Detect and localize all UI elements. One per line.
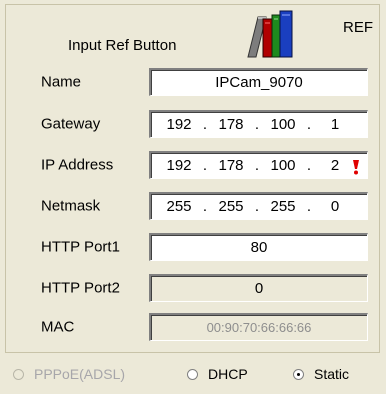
http-port1-input[interactable]: 80 — [149, 233, 368, 261]
radio-circle-icon — [187, 368, 198, 380]
netmask-octet-2[interactable]: 255 — [215, 194, 247, 219]
ip-address-row: IP Address 192. 178. 100. 2 — [6, 148, 379, 182]
mac-label: MAC — [41, 318, 75, 336]
netmask-input[interactable]: 255. 255. 255. 0 — [149, 192, 368, 220]
http-port2-row: HTTP Port2 0 — [6, 271, 379, 305]
gateway-octet-3[interactable]: 100 — [267, 112, 299, 137]
static-radio-label: Static — [314, 366, 350, 382]
http-port1-label: HTTP Port1 — [41, 238, 120, 256]
http-port2-input[interactable]: 0 — [149, 274, 368, 302]
name-row: Name IPCam_9070 — [6, 65, 379, 99]
netmask-label: Netmask — [41, 197, 101, 215]
mac-input: 00:90:70:66:66:66 — [149, 313, 368, 341]
radio-circle-icon — [13, 368, 24, 380]
network-settings-panel: Input Ref Button REF Name IPCam_9070 Gat… — [5, 4, 380, 353]
octet-dot: . — [202, 116, 208, 133]
static-radio[interactable]: Static — [293, 366, 349, 382]
ip-address-input[interactable]: 192. 178. 100. 2 — [149, 151, 368, 179]
name-input[interactable]: IPCam_9070 — [149, 68, 368, 96]
octet-dot: . — [254, 116, 260, 133]
address-mode-radio-group: PPPoE(ADSL) DHCP Static — [0, 366, 386, 388]
netmask-octet-3[interactable]: 255 — [267, 194, 299, 219]
octet-dot: . — [254, 157, 260, 174]
books-icon[interactable] — [246, 9, 296, 63]
gateway-octet-2[interactable]: 178 — [215, 112, 247, 137]
input-ref-button-title: Input Ref Button — [68, 37, 177, 54]
pppoe-radio[interactable]: PPPoE(ADSL) — [13, 366, 125, 382]
octet-dot: . — [202, 198, 208, 215]
gateway-row: Gateway 192. 178. 100. 1 — [6, 107, 379, 141]
pppoe-radio-label: PPPoE(ADSL) — [34, 366, 126, 382]
http-port2-label: HTTP Port2 — [41, 279, 120, 297]
octet-dot: . — [202, 157, 208, 174]
gateway-label: Gateway — [41, 115, 101, 133]
panel-header: Input Ref Button REF — [6, 5, 379, 61]
netmask-octet-1[interactable]: 255 — [163, 194, 195, 219]
ip-octet-2[interactable]: 178 — [215, 153, 247, 178]
gateway-ip-input[interactable]: 192. 178. 100. 1 — [149, 110, 368, 138]
ip-octet-1[interactable]: 192 — [163, 153, 195, 178]
ip-address-label: IP Address — [41, 156, 114, 174]
name-label: Name — [41, 73, 82, 91]
dhcp-radio[interactable]: DHCP — [187, 366, 248, 382]
octet-dot: . — [306, 157, 312, 174]
netmask-row: Netmask 255. 255. 255. 0 — [6, 189, 379, 223]
octet-dot: . — [306, 116, 312, 133]
ip-octet-4[interactable]: 2 — [319, 153, 351, 178]
octet-dot: . — [306, 198, 312, 215]
gateway-octet-4[interactable]: 1 — [319, 112, 351, 137]
ref-label: REF — [343, 19, 373, 36]
gateway-octet-1[interactable]: 192 — [163, 112, 195, 137]
netmask-octet-4[interactable]: 0 — [319, 194, 351, 219]
ip-octet-3[interactable]: 100 — [267, 153, 299, 178]
mac-row: MAC 00:90:70:66:66:66 — [6, 310, 379, 344]
octet-dot: . — [254, 198, 260, 215]
exclamation-warning-icon — [351, 158, 361, 175]
dhcp-radio-label: DHCP — [208, 366, 248, 382]
http-port1-row: HTTP Port1 80 — [6, 230, 379, 264]
radio-checked-icon — [293, 368, 304, 380]
